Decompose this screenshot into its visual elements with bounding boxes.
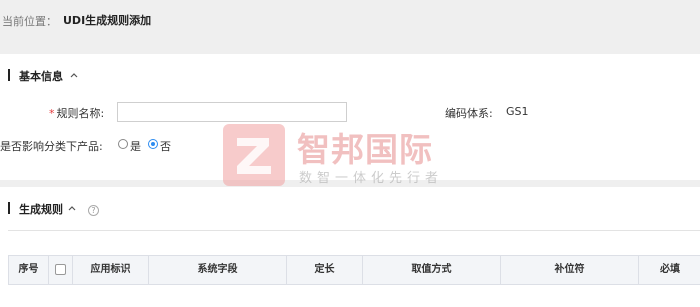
rule-name-label: * 规则名称: [49, 105, 104, 121]
select-all-checkbox[interactable] [55, 264, 66, 275]
watermark: 智邦国际 数智一体化先行者 [223, 122, 483, 186]
rule-name-input[interactable] [117, 102, 347, 122]
col-system-field: 系统字段 [149, 256, 287, 284]
radio-yes-label[interactable]: 是 [130, 138, 141, 154]
affects-products-label: 是否影响分类下产品: [0, 140, 103, 153]
rules-table-header: 序号 应用标识 系统字段 定长 取值方式 补位符 必填 [8, 255, 700, 285]
breadcrumb-prefix: 当前位置： [2, 15, 57, 28]
radio-no-label[interactable]: 否 [160, 138, 171, 154]
watermark-slogan: 数智一体化先行者 [299, 171, 444, 186]
help-icon[interactable]: ? [88, 205, 99, 216]
breadcrumb: 当前位置： UDI生成规则添加 [0, 0, 700, 46]
col-fixed-length: 定长 [287, 256, 363, 284]
generation-rules-title: 生成规则 [19, 203, 63, 216]
divider [8, 230, 700, 231]
col-index: 序号 [9, 256, 49, 284]
section-marker [8, 69, 10, 81]
radio-no[interactable] [148, 139, 158, 149]
col-app-identifier: 应用标识 [73, 256, 149, 284]
col-select [49, 256, 73, 284]
chevron-up-icon[interactable] [66, 202, 78, 214]
col-value-method: 取值方式 [363, 256, 501, 284]
chevron-up-icon[interactable] [68, 69, 80, 81]
col-padding-char: 补位符 [501, 256, 639, 284]
rule-name-label-text: 规则名称: [56, 107, 105, 120]
required-mark: * [49, 107, 55, 120]
page-title: UDI生成规则添加 [63, 14, 152, 27]
z-logo-icon [223, 124, 285, 186]
col-required: 必填 [660, 264, 680, 275]
coding-system-value: GS1 [506, 105, 529, 118]
coding-system-label: 编码体系: [445, 107, 493, 120]
generation-rules-panel: 生成规则 ? 序号 应用标识 系统字段 定长 取值方式 补位符 必填 [0, 187, 700, 307]
radio-yes[interactable] [118, 139, 128, 149]
basic-info-title: 基本信息 [19, 70, 63, 83]
section-marker [8, 202, 10, 214]
watermark-brand-name: 智邦国际 [297, 130, 433, 169]
